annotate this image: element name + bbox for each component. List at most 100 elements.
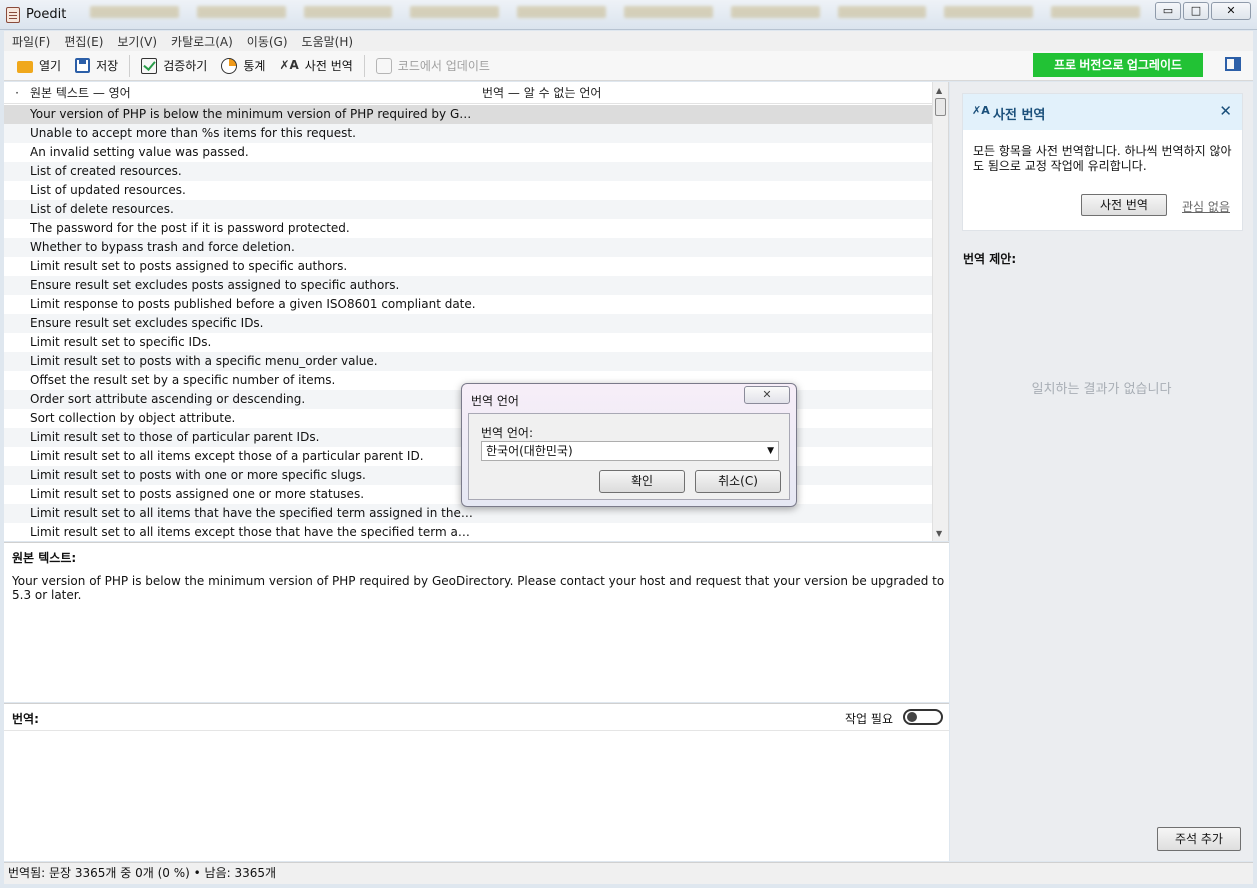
translation-column-header[interactable]: 번역 — 알 수 없는 언어 bbox=[482, 84, 948, 101]
title-bar: Poedit ▭ □ ✕ bbox=[0, 0, 1257, 30]
validate-button[interactable]: 검증하기 bbox=[134, 53, 214, 79]
table-row[interactable]: Limit result set to posts assigned to sp… bbox=[4, 257, 932, 276]
menu-bar: 파일(F) 편집(E) 보기(V) 카탈로그(A) 이동(G) 도움말(H) bbox=[4, 31, 1253, 51]
update-from-code-label: 코드에서 업데이트 bbox=[397, 59, 490, 73]
row-source-text: List of created resources. bbox=[30, 164, 182, 178]
add-comment-button[interactable]: 주석 추가 bbox=[1157, 827, 1241, 851]
minimize-button[interactable]: ▭ bbox=[1155, 2, 1181, 20]
menu-view[interactable]: 보기(V) bbox=[117, 33, 157, 50]
list-scrollbar[interactable]: ▲ ▼ bbox=[932, 82, 948, 541]
sidebar-toggle-icon[interactable] bbox=[1225, 57, 1241, 71]
needs-work-label: 작업 필요 bbox=[845, 712, 893, 726]
sidebar: ✗A 사전 번역 ✕ 모든 항목을 사전 번역합니다. 하나씩 번역하지 않아도… bbox=[950, 82, 1253, 861]
table-row[interactable]: List of updated resources. bbox=[4, 181, 932, 200]
scroll-thumb[interactable] bbox=[935, 98, 946, 116]
close-icon[interactable]: ✕ bbox=[1219, 102, 1232, 120]
needs-work-toggle[interactable] bbox=[903, 709, 943, 725]
menu-file[interactable]: 파일(F) bbox=[12, 33, 50, 50]
row-source-text: Offset the result set by a specific numb… bbox=[30, 373, 336, 387]
dialog-title: 번역 언어 bbox=[471, 394, 519, 408]
row-source-text: Limit result set to those of particular … bbox=[30, 430, 320, 444]
row-source-text: Limit response to posts published before… bbox=[30, 297, 476, 311]
row-source-text: Your version of PHP is below the minimum… bbox=[30, 107, 476, 121]
table-row[interactable]: List of delete resources. bbox=[4, 200, 932, 219]
pie-chart-icon bbox=[221, 57, 238, 74]
checkbox-icon bbox=[141, 57, 158, 74]
ok-button[interactable]: 확인 bbox=[599, 470, 685, 493]
translate-icon: ✗A bbox=[972, 104, 990, 117]
row-source-text: Limit result set to posts with one or mo… bbox=[30, 468, 366, 482]
translation-pane: 번역: 작업 필요 bbox=[4, 703, 949, 861]
row-source-text: Unable to accept more than %s items for … bbox=[30, 126, 356, 140]
menu-edit[interactable]: 편집(E) bbox=[64, 33, 103, 50]
stats-button[interactable]: 통계 bbox=[214, 53, 272, 79]
window-title: Poedit bbox=[26, 7, 67, 22]
menu-help[interactable]: 도움말(H) bbox=[302, 33, 354, 50]
source-text-label: 원본 텍스트: bbox=[12, 551, 77, 565]
table-row[interactable]: Limit result set to specific IDs. bbox=[4, 333, 932, 352]
pretranslate-card: ✗A 사전 번역 ✕ 모든 항목을 사전 번역합니다. 하나씩 번역하지 않아도… bbox=[962, 93, 1243, 231]
pretranslate-card-title: 사전 번역 bbox=[993, 108, 1046, 123]
row-source-text: List of delete resources. bbox=[30, 202, 174, 216]
suggestions-label: 번역 제안: bbox=[963, 252, 1017, 266]
language-select-value: 한국어(대한민국) bbox=[486, 444, 573, 458]
cancel-button[interactable]: 취소(C) bbox=[695, 470, 781, 493]
status-bar: 번역됨: 문장 3365개 중 0개 (0 %) • 남음: 3365개 bbox=[4, 862, 1253, 884]
list-header: · 원본 텍스트 — 영어 번역 — 알 수 없는 언어 bbox=[4, 82, 948, 104]
chevron-down-icon: ▼ bbox=[767, 446, 774, 456]
language-select[interactable]: 한국어(대한민국) ▼ bbox=[481, 441, 779, 461]
source-column-header[interactable]: 원본 텍스트 — 영어 bbox=[30, 84, 482, 101]
dialog-close-button[interactable]: ✕ bbox=[744, 386, 790, 404]
row-source-text: Whether to bypass trash and force deleti… bbox=[30, 240, 295, 254]
row-source-text: Ensure result set excludes specific IDs. bbox=[30, 316, 264, 330]
no-match-text: 일치하는 결과가 없습니다 bbox=[1031, 382, 1172, 397]
status-column-header[interactable]: · bbox=[4, 86, 30, 100]
translation-editor[interactable] bbox=[4, 732, 949, 862]
table-row[interactable]: Ensure result set excludes specific IDs. bbox=[4, 314, 932, 333]
update-icon bbox=[375, 57, 392, 74]
upgrade-pro-button[interactable]: 프로 버전으로 업그레이드 bbox=[1033, 53, 1203, 77]
menu-go[interactable]: 이동(G) bbox=[247, 33, 288, 50]
language-field-label: 번역 언어: bbox=[481, 426, 534, 440]
validate-label: 검증하기 bbox=[163, 59, 208, 73]
scroll-up-icon[interactable]: ▲ bbox=[936, 86, 942, 95]
pretranslate-button[interactable]: ✗A 사전 번역 bbox=[272, 53, 359, 79]
maximize-button[interactable]: □ bbox=[1183, 2, 1209, 20]
table-row[interactable]: Limit result set to all items except tho… bbox=[4, 523, 932, 541]
table-row[interactable]: Unable to accept more than %s items for … bbox=[4, 124, 932, 143]
row-source-text: Order sort attribute ascending or descen… bbox=[30, 392, 306, 406]
open-button[interactable]: 열기 bbox=[10, 53, 68, 79]
language-dialog: 번역 언어 ✕ 번역 언어: 한국어(대한민국) ▼ 확인 취소(C) bbox=[461, 383, 797, 507]
toolbar: 열기 저장 검증하기 통계 ✗A 사전 번역 코드에서 업데이트 프로 버전으로… bbox=[4, 51, 1253, 81]
row-source-text: List of updated resources. bbox=[30, 183, 186, 197]
table-row[interactable]: An invalid setting value was passed. bbox=[4, 143, 932, 162]
save-label: 저장 bbox=[96, 59, 119, 73]
row-source-text: Limit result set to posts assigned one o… bbox=[30, 487, 365, 501]
row-source-text: Ensure result set excludes posts assigne… bbox=[30, 278, 400, 292]
table-row[interactable]: The password for the post if it is passw… bbox=[4, 219, 932, 238]
update-from-code-button[interactable]: 코드에서 업데이트 bbox=[369, 53, 497, 79]
not-interested-link[interactable]: 관심 없음 bbox=[1182, 198, 1230, 215]
stats-label: 통계 bbox=[243, 59, 266, 73]
row-source-text: Limit result set to all items that have … bbox=[30, 506, 476, 520]
menu-catalog[interactable]: 카탈로그(A) bbox=[171, 33, 233, 50]
scroll-down-icon[interactable]: ▼ bbox=[936, 529, 942, 538]
table-row[interactable]: Your version of PHP is below the minimum… bbox=[4, 105, 932, 124]
row-source-text: Limit result set to all items except tho… bbox=[30, 449, 424, 463]
toolbar-divider bbox=[363, 54, 365, 77]
table-row[interactable]: List of created resources. bbox=[4, 162, 932, 181]
table-row[interactable]: Limit result set to posts with a specifi… bbox=[4, 352, 932, 371]
row-source-text: Limit result set to posts assigned to sp… bbox=[30, 259, 348, 273]
source-text-pane: 원본 텍스트: Your version of PHP is below the… bbox=[4, 542, 949, 702]
save-button[interactable]: 저장 bbox=[68, 53, 125, 79]
row-source-text: Limit result set to posts with a specifi… bbox=[30, 354, 378, 368]
folder-icon bbox=[17, 60, 33, 73]
toolbar-divider bbox=[129, 54, 131, 77]
table-row[interactable]: Whether to bypass trash and force deleti… bbox=[4, 238, 932, 257]
background-browser-tabs bbox=[90, 2, 1140, 20]
row-source-text: An invalid setting value was passed. bbox=[30, 145, 249, 159]
close-window-button[interactable]: ✕ bbox=[1211, 2, 1251, 20]
pretranslate-card-button[interactable]: 사전 번역 bbox=[1081, 194, 1167, 216]
table-row[interactable]: Ensure result set excludes posts assigne… bbox=[4, 276, 932, 295]
table-row[interactable]: Limit response to posts published before… bbox=[4, 295, 932, 314]
